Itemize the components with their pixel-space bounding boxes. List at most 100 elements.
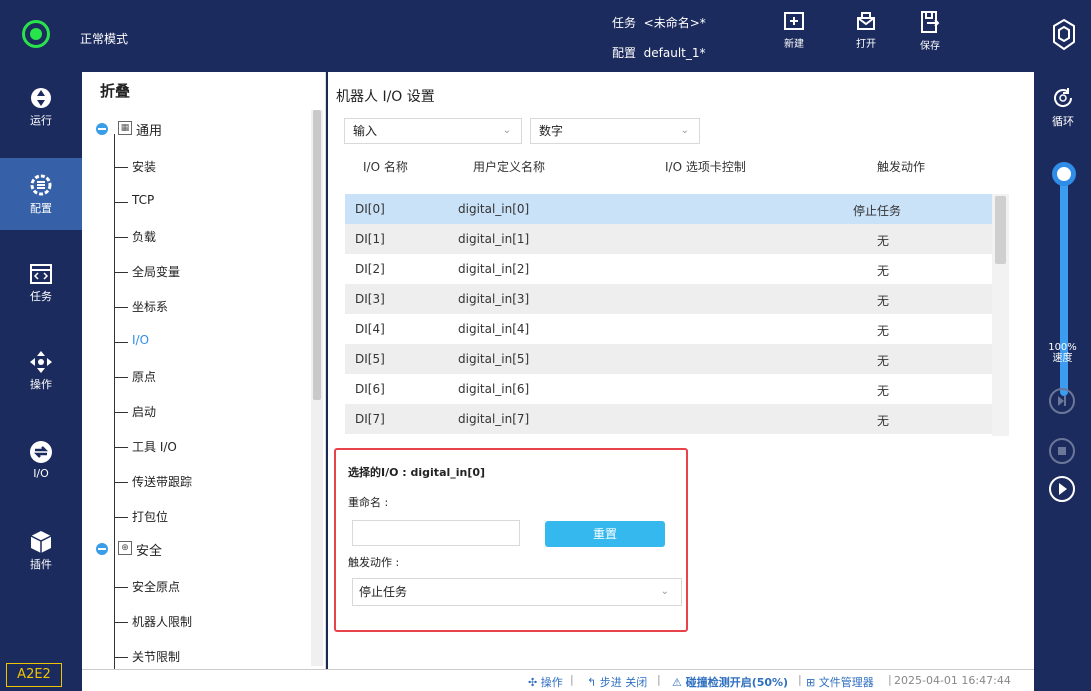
tree-item-joint-limits[interactable]: 关节限制 xyxy=(113,648,180,669)
tree-item-tool-io[interactable]: 工具 I/O xyxy=(114,438,177,460)
status-datetime: 2025-04-01 16:47:44 xyxy=(894,674,1011,687)
io-name-cell: DI[2] xyxy=(355,262,385,276)
nav-plugin[interactable]: 插件 xyxy=(0,516,82,588)
loop-button[interactable]: 循环 xyxy=(1046,86,1080,129)
status-step[interactable]: ↰ 步进 关闭 xyxy=(587,674,647,690)
table-row[interactable]: DI[1] digital_in[1] 无 xyxy=(345,224,992,254)
run-icon xyxy=(31,88,51,108)
nav-task[interactable]: 任务 xyxy=(0,248,82,320)
collapse-header[interactable]: 折叠 xyxy=(100,80,130,101)
play-icon xyxy=(1059,483,1067,495)
table-row[interactable]: DI[5] digital_in[5] 无 xyxy=(345,344,992,374)
tree-item-frames[interactable]: 坐标系 xyxy=(113,298,168,320)
table-row[interactable]: DI[4] digital_in[4] 无 xyxy=(345,314,992,344)
step-icon xyxy=(1058,396,1066,406)
io-name-cell: DI[6] xyxy=(355,382,385,396)
nav-io[interactable]: I/O xyxy=(0,426,82,498)
save-button-label: 保存 xyxy=(920,41,940,52)
tree-item-home[interactable]: 原点 xyxy=(113,368,156,390)
open-button-label: 打开 xyxy=(856,39,876,50)
tree-item-install[interactable]: 安装 xyxy=(113,158,156,180)
save-button[interactable]: 保存 xyxy=(910,10,950,64)
user-name-cell: digital_in[0] xyxy=(458,202,530,216)
collapse-toggle-icon[interactable] xyxy=(96,543,108,555)
table-row[interactable]: DI[2] digital_in[2] 无 xyxy=(345,254,992,284)
collapse-toggle-icon[interactable] xyxy=(96,123,108,135)
new-file-icon xyxy=(784,12,804,30)
nav-operate[interactable]: 操作 xyxy=(0,336,82,408)
table-row[interactable]: DI[6] digital_in[6] 无 xyxy=(345,374,992,404)
task-label: 任务 xyxy=(612,16,637,30)
tree-item-conveyor[interactable]: 传送带跟踪 xyxy=(113,473,192,495)
user-name-cell: digital_in[7] xyxy=(458,412,530,426)
play-button[interactable] xyxy=(1049,476,1075,502)
status-step-label: 步进 关闭 xyxy=(599,676,648,689)
config-label: 配置 xyxy=(612,46,637,60)
io-name-cell: DI[0] xyxy=(355,202,385,216)
config-name: default_1* xyxy=(643,46,706,60)
brand-logo-icon xyxy=(1053,18,1075,51)
status-separator: | xyxy=(798,673,802,686)
rename-input[interactable] xyxy=(352,520,520,546)
tree-scrollbar-thumb[interactable] xyxy=(313,110,321,400)
save-icon xyxy=(921,11,940,33)
config-gear-icon xyxy=(30,174,52,196)
task-info: 任务 <未命名>* xyxy=(612,14,706,31)
user-name-cell: digital_in[1] xyxy=(458,232,530,246)
tree-item-global-vars[interactable]: 全局变量 xyxy=(113,263,180,285)
trigger-cell: 无 xyxy=(877,234,890,248)
status-file-manager-label: 文件管理器 xyxy=(818,676,874,689)
open-folder-icon xyxy=(857,12,875,30)
tree-item-io[interactable]: I/O xyxy=(113,333,149,355)
io-name-cell: DI[3] xyxy=(355,292,385,306)
io-direction-value: 输入 xyxy=(353,124,378,138)
rename-label: 重命名 : xyxy=(348,496,389,509)
trigger-cell: 无 xyxy=(877,294,890,308)
stop-button[interactable] xyxy=(1049,438,1075,464)
trigger-action-label: 触发动作 : xyxy=(348,556,400,569)
tree-section-label: 通用 xyxy=(136,124,163,139)
status-file-manager[interactable]: ⊞ 文件管理器 xyxy=(806,674,874,690)
io-type-select[interactable]: 数字 ⌄ xyxy=(530,118,700,144)
tree-item-robot-limits[interactable]: 机器人限制 xyxy=(113,613,192,635)
nav-config[interactable]: 配置 xyxy=(0,158,82,230)
column-header-tab-control: I/O 选项卡控制 xyxy=(665,160,746,174)
trigger-action-select[interactable]: 停止任务 ⌄ xyxy=(352,578,682,606)
status-separator: | xyxy=(570,673,574,686)
selected-io-label: 选择的I/O : digital_in[0] xyxy=(348,466,486,479)
page-title: 机器人 I/O 设置 xyxy=(336,89,435,105)
table-scrollbar-thumb[interactable] xyxy=(995,196,1006,264)
tree-item-payload[interactable]: 负载 xyxy=(113,228,156,250)
tree-item-tcp[interactable]: TCP xyxy=(113,193,154,215)
nav-run[interactable]: 运行 xyxy=(0,72,82,144)
status-collision[interactable]: ⚠ 碰撞检测开启(50%) xyxy=(672,674,788,690)
tree-item-palletizing[interactable]: 打包位 xyxy=(113,508,168,530)
open-button[interactable]: 打开 xyxy=(846,10,886,64)
loop-icon xyxy=(1054,88,1073,107)
table-row[interactable]: DI[3] digital_in[3] 无 xyxy=(345,284,992,314)
table-row[interactable]: DI[0] digital_in[0] 停止任务 xyxy=(345,194,992,224)
speed-slider-handle[interactable] xyxy=(1052,162,1076,186)
speed-readout: 100% 速度 xyxy=(1034,342,1091,364)
step-button[interactable] xyxy=(1049,388,1075,414)
io-direction-select[interactable]: 输入 ⌄ xyxy=(344,118,522,144)
status-operate[interactable]: ✣ 操作 xyxy=(528,674,563,690)
config-info: 配置 default_1* xyxy=(612,44,706,61)
table-scrollbar[interactable] xyxy=(992,194,1009,436)
trigger-cell: 无 xyxy=(877,414,890,428)
io-name-cell: DI[5] xyxy=(355,352,385,366)
reset-button[interactable]: 重置 xyxy=(545,521,665,547)
chevron-down-icon: ⌄ xyxy=(502,125,511,136)
table-row[interactable]: DI[7] digital_in[7] 无 xyxy=(345,404,992,434)
trigger-cell: 无 xyxy=(877,264,890,278)
new-button[interactable]: 新建 xyxy=(774,10,814,64)
tree-item-safety-home[interactable]: 安全原点 xyxy=(113,578,180,600)
tree-item-startup[interactable]: 启动 xyxy=(113,403,156,425)
version-badge: A2E2 xyxy=(6,663,62,687)
mode-label: 正常模式 xyxy=(80,32,129,46)
nav-plugin-label: 插件 xyxy=(30,558,52,571)
trigger-cell: 停止任务 xyxy=(853,204,902,218)
tree-scrollbar[interactable] xyxy=(311,110,323,666)
io-settings-panel: 机器人 I/O 设置 输入 ⌄ 数字 ⌄ I/O 名称 用户定义名称 I/O 选… xyxy=(328,72,1034,669)
top-bar: 正常模式 任务 <未命名>* 配置 default_1* 新建 打开 保存 xyxy=(0,0,1091,72)
